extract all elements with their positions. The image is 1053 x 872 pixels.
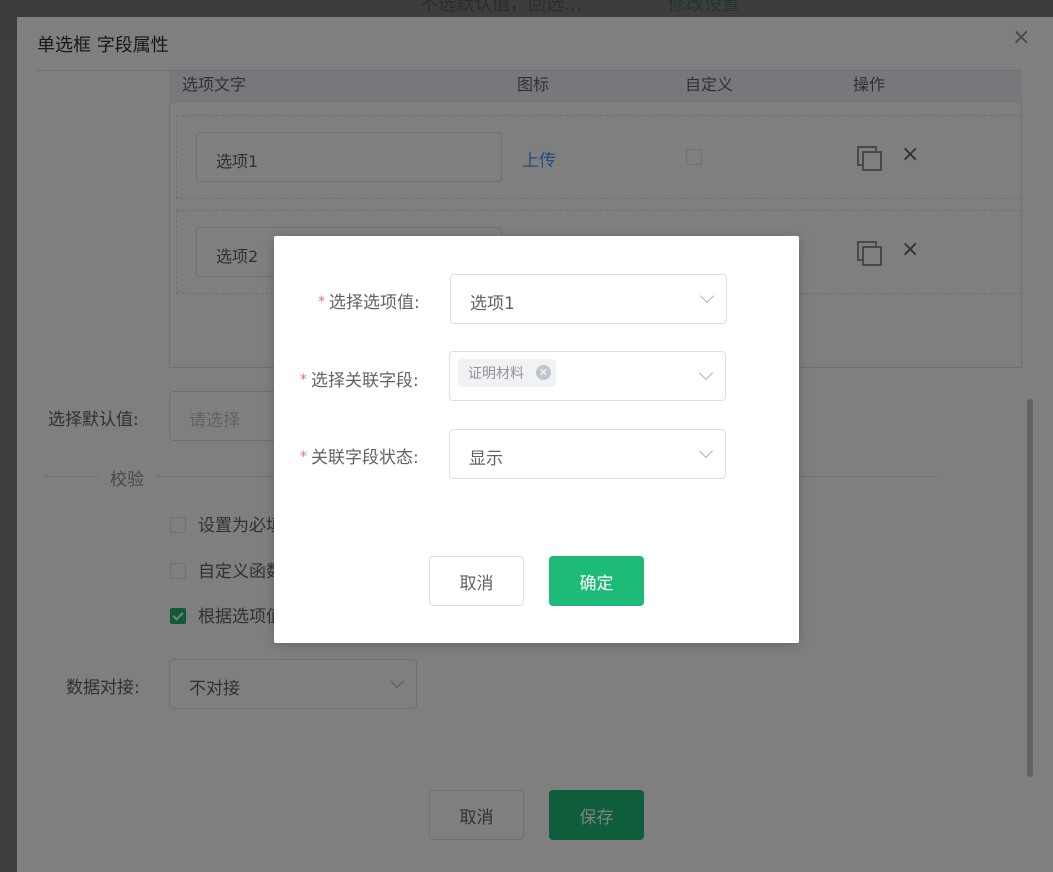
option-value-select[interactable]: 选项1 bbox=[450, 274, 727, 324]
option-value-label: * 选择选项值: bbox=[318, 288, 420, 313]
option-value-selected: 选项1 bbox=[470, 294, 515, 314]
linked-state-select[interactable]: 显示 bbox=[449, 429, 726, 479]
required-mark: * bbox=[318, 294, 325, 310]
required-mark: * bbox=[300, 372, 307, 388]
linkage-popup: * 选择选项值: 选项1 * 选择关联字段: 证明材料 ✕ * 关联字段状态: 显示 … bbox=[274, 236, 799, 643]
linked-field-tag: 证明材料 ✕ bbox=[458, 359, 556, 387]
linked-field-label-text: 选择关联字段: bbox=[311, 371, 419, 391]
tag-close-icon[interactable]: ✕ bbox=[536, 365, 551, 380]
option-value-label-text: 选择选项值: bbox=[329, 293, 420, 313]
chevron-down-icon bbox=[698, 443, 714, 459]
linked-field-tag-text: 证明材料 bbox=[468, 366, 524, 382]
linked-state-label: * 关联字段状态: bbox=[300, 443, 419, 468]
required-mark: * bbox=[300, 449, 307, 465]
linked-field-select[interactable]: 证明材料 ✕ bbox=[449, 351, 726, 401]
chevron-down-icon bbox=[699, 288, 715, 304]
linked-state-selected: 显示 bbox=[469, 449, 503, 469]
popup-confirm-button[interactable]: 确定 bbox=[549, 556, 644, 606]
chevron-down-icon bbox=[698, 365, 714, 381]
linked-field-label: * 选择关联字段: bbox=[300, 366, 419, 391]
linked-state-label-text: 关联字段状态: bbox=[311, 448, 419, 468]
popup-cancel-button[interactable]: 取消 bbox=[429, 556, 524, 606]
